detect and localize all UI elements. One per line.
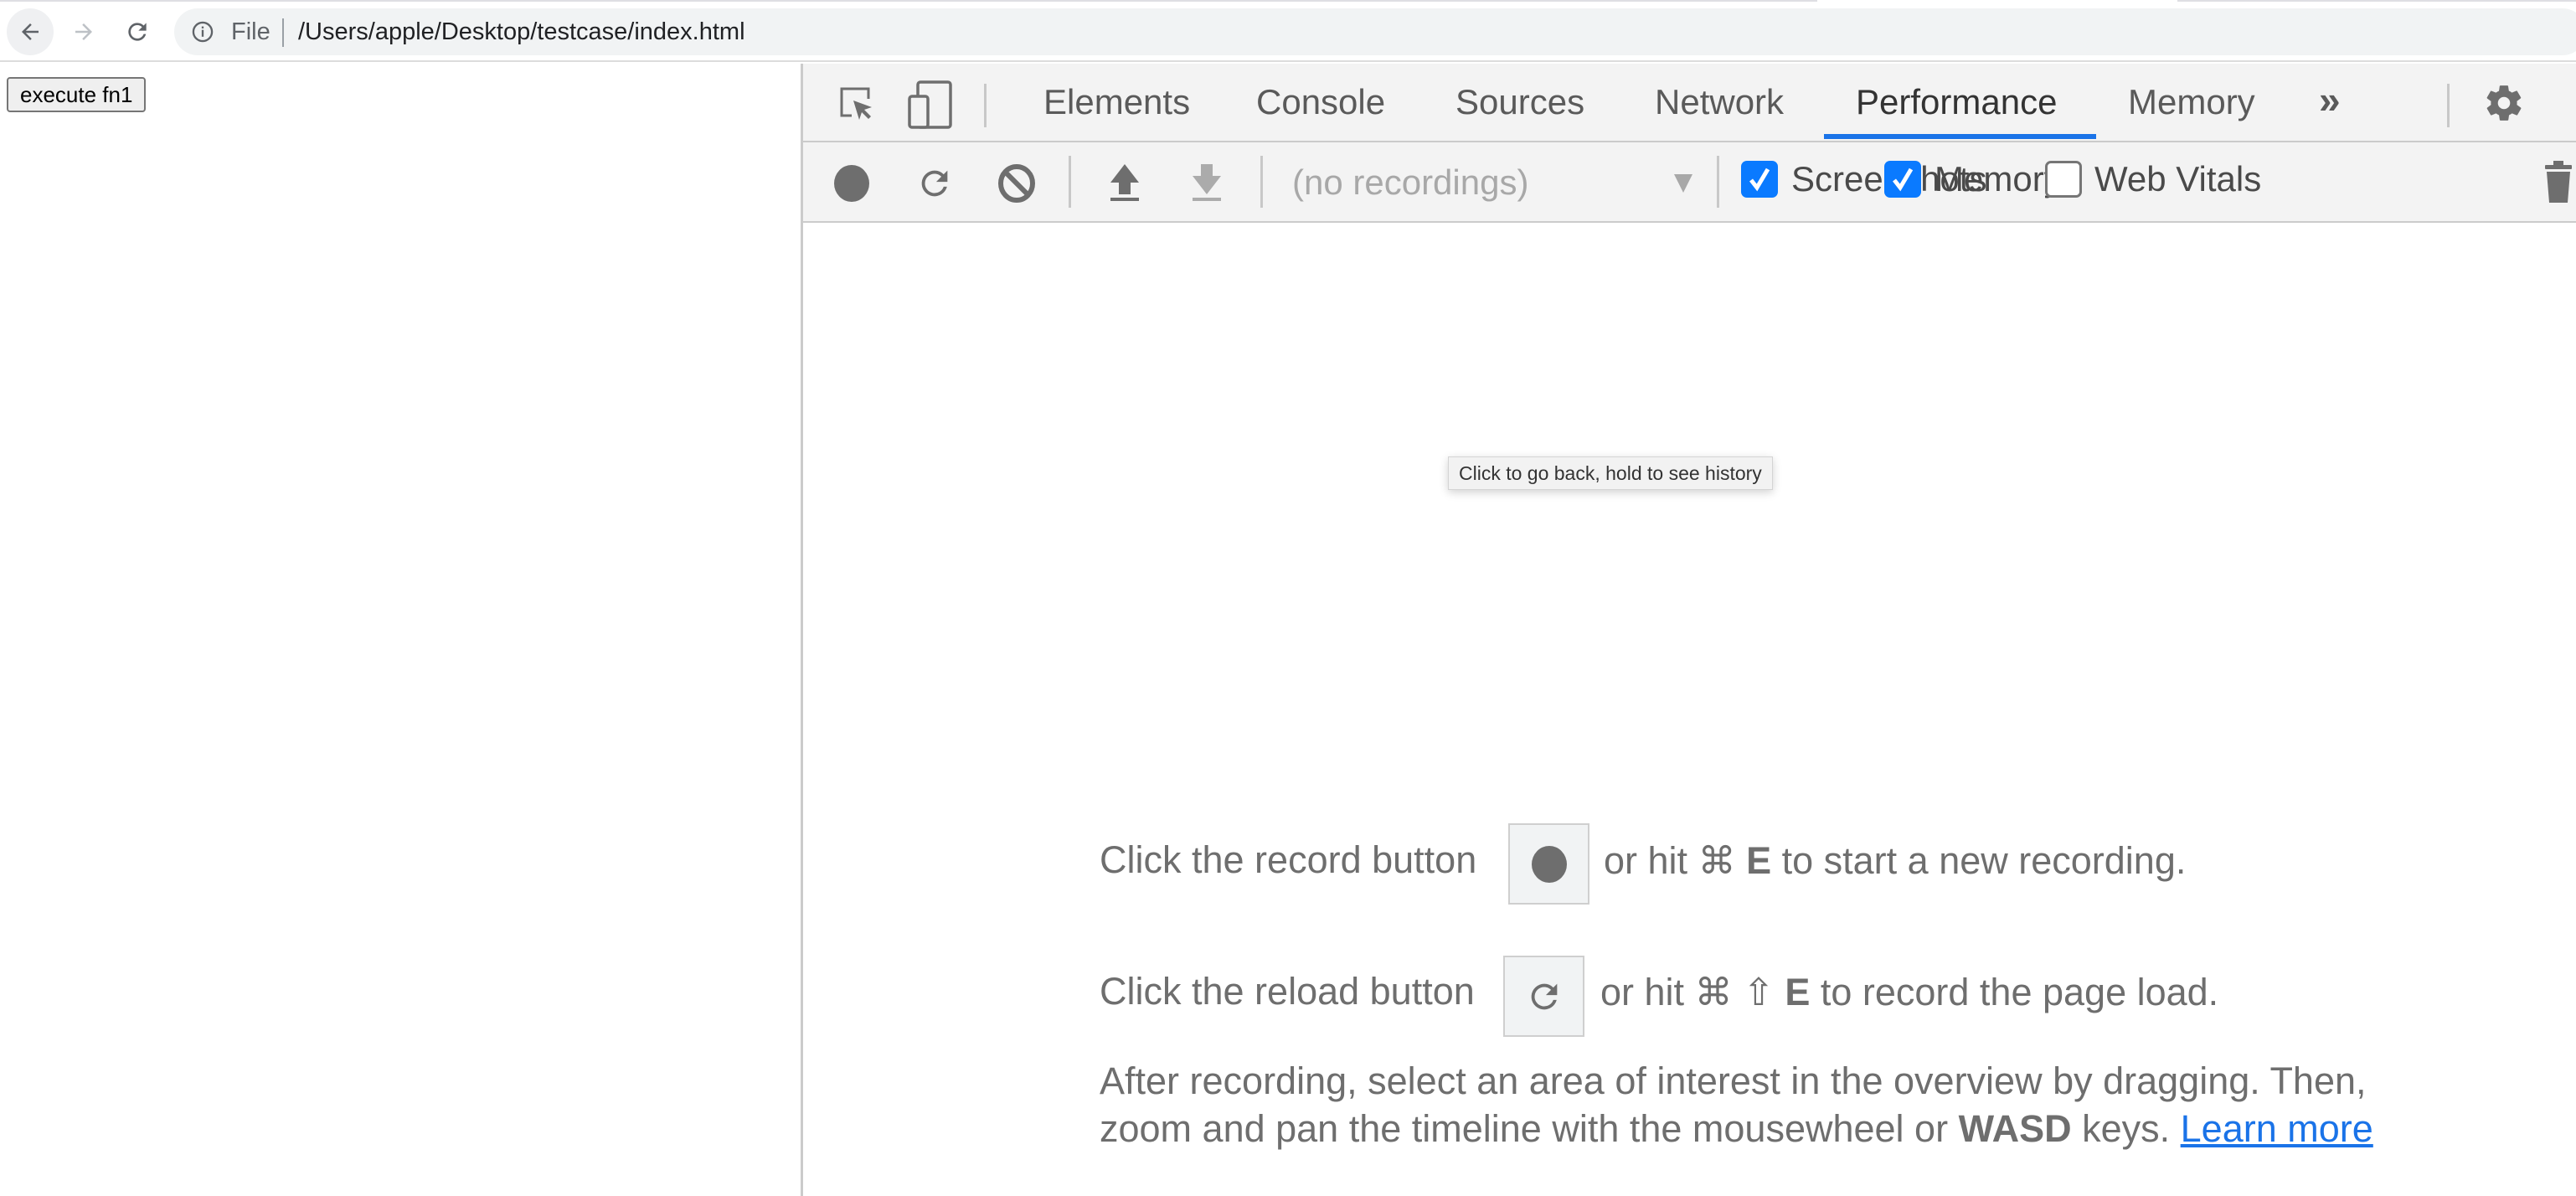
reload-icon [921, 170, 948, 197]
instruction-text: to start a new recording. [1781, 839, 2187, 882]
tab-sources[interactable]: Sources [1455, 82, 1584, 122]
web-vitals-label[interactable]: Web Vitals [2094, 159, 2261, 199]
more-tabs-button[interactable]: » [2319, 77, 2341, 122]
dropdown-arrow-icon [1674, 174, 1692, 193]
tab-performance[interactable]: Performance [1856, 82, 2057, 122]
devtools-panel: Elements Console Sources Network Perform… [801, 64, 2576, 1196]
toolbar-divider [1717, 156, 1719, 208]
shortcut-key: E [1746, 839, 1772, 882]
recordings-select-value: (no recordings) [1292, 162, 1529, 202]
wasd-keys: WASD [1958, 1107, 2072, 1150]
web-vitals-checkbox[interactable] [2045, 161, 2082, 198]
devtools-tab-bar: Elements Console Sources Network Perform… [803, 64, 2576, 142]
reload-instruction-prefix: Click the reload button [1100, 970, 1475, 1013]
tab-memory[interactable]: Memory [2128, 82, 2255, 122]
landing-record-button[interactable] [1508, 823, 1589, 905]
memory-checkbox[interactable] [1884, 161, 1921, 198]
forward-button[interactable] [60, 8, 107, 55]
collect-garbage-button[interactable] [2542, 161, 2575, 204]
command-key-icon: ⌘ [1694, 971, 1733, 1013]
help-line-2: zoom and pan the timeline with the mouse… [1100, 1105, 2523, 1152]
device-toolbar-button[interactable] [907, 80, 954, 129]
help-text: keys. [2082, 1107, 2171, 1150]
toolbar-divider [2447, 84, 2450, 127]
help-paragraph: After recording, select an area of inter… [1100, 1057, 2523, 1152]
execute-fn1-button[interactable]: execute fn1 [7, 77, 147, 112]
reload-button[interactable] [114, 8, 161, 55]
toolbar-divider [1260, 156, 1263, 208]
tooltip: Click to go back, hold to see history [1448, 456, 1773, 490]
help-text: zoom and pan the timeline with the mouse… [1100, 1107, 1949, 1150]
settings-button[interactable] [2481, 80, 2527, 126]
checkmark-icon [1893, 168, 1914, 192]
load-profile-button[interactable] [1108, 162, 1141, 203]
clear-icon [998, 164, 1035, 203]
clear-button[interactable] [997, 163, 1037, 204]
inspect-element-button[interactable] [835, 82, 877, 124]
checkmark-icon [1749, 168, 1770, 192]
inspect-element-icon [840, 87, 872, 120]
memory-label[interactable]: Memory [1935, 159, 2062, 199]
instruction-text: or hit [1600, 971, 1685, 1013]
omnibox-divider [282, 18, 284, 47]
landing-reload-button[interactable] [1503, 956, 1584, 1037]
reload-icon [1531, 983, 1557, 1009]
page-content: execute fn1 [0, 64, 801, 1196]
toolbar-divider [984, 84, 987, 127]
shortcut-key: E [1785, 971, 1811, 1013]
tab-console[interactable]: Console [1256, 82, 1385, 122]
screenshots-checkbox[interactable] [1741, 161, 1778, 198]
command-key-icon: ⌘ [1698, 839, 1736, 882]
arrow-left-icon [22, 23, 39, 40]
instruction-text: to record the page load. [1820, 971, 2219, 1013]
performance-toolbar: (no recordings) Screenshots Memory Web V… [803, 142, 2576, 223]
scheme-label: File [231, 18, 270, 45]
record-button[interactable] [833, 165, 870, 202]
record-instruction-shortcut: or hit ⌘ E to start a new recording. [1604, 838, 2186, 883]
arrow-right-icon [75, 23, 92, 40]
toolbar-divider [1069, 156, 1071, 208]
help-line-1: After recording, select an area of inter… [1100, 1059, 2367, 1102]
record-icon [834, 165, 869, 202]
device-toggle-icon [908, 80, 952, 129]
record-icon [1531, 845, 1567, 883]
reload-instruction-shortcut: or hit ⌘ ⇧ E to record the page load. [1600, 970, 2218, 1014]
address-bar[interactable]: File /Users/apple/Desktop/testcase/index… [174, 8, 2576, 55]
upload-icon [1110, 164, 1139, 201]
browser-toolbar: File /Users/apple/Desktop/testcase/index… [0, 2, 2576, 62]
learn-more-link[interactable]: Learn more [2181, 1107, 2373, 1150]
trash-icon [2545, 161, 2572, 203]
url-text[interactable]: /Users/apple/Desktop/testcase/index.html [298, 18, 745, 46]
reload-icon [128, 23, 147, 41]
gear-icon [2486, 85, 2522, 121]
reload-record-button[interactable] [915, 164, 954, 203]
tab-network[interactable]: Network [1655, 82, 1784, 122]
record-instruction-prefix: Click the record button [1100, 838, 1477, 881]
back-button[interactable] [7, 8, 54, 55]
shift-key-icon: ⇧ [1743, 971, 1775, 1013]
recordings-select[interactable]: (no recordings) [1292, 157, 1694, 208]
instruction-text: or hit [1604, 839, 1688, 882]
info-icon[interactable] [191, 20, 214, 44]
tab-elements[interactable]: Elements [1043, 82, 1190, 122]
active-tab-indicator [1824, 134, 2096, 139]
download-icon [1193, 164, 1221, 201]
save-profile-button[interactable] [1190, 162, 1224, 203]
